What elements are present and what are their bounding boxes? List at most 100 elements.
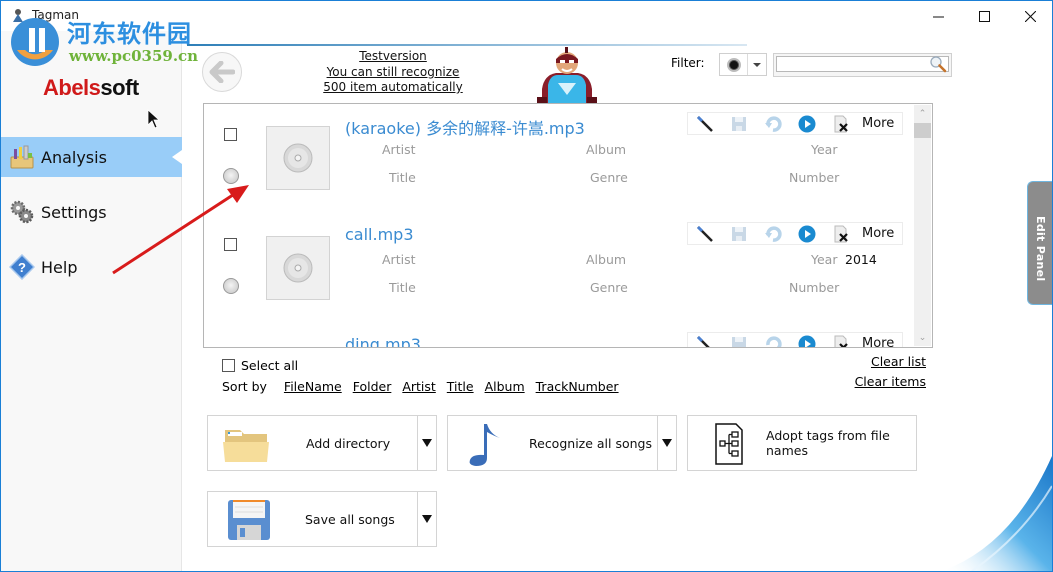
album-label: Album [586,252,627,267]
remove-button[interactable] [824,113,858,134]
close-button[interactable] [1007,1,1052,31]
filename[interactable]: call.mp3 [345,225,414,244]
sidebar-item-analysis[interactable]: Analysis [1,137,182,177]
list-item: ding.mp3 More [204,324,916,347]
trial-notice-line[interactable]: 500 item automatically [301,80,485,96]
recognize-all-button[interactable]: Recognize all songs [447,415,677,471]
add-directory-label: Add directory [306,436,391,451]
play-button[interactable] [790,223,824,244]
save-all-dropdown[interactable] [417,492,436,546]
magic-wand-icon [696,335,711,347]
close-icon [1024,10,1036,22]
search-icon[interactable] [928,55,948,73]
album-label: Album [586,142,627,157]
title-label: Title [389,170,416,185]
checkbox[interactable] [222,359,235,372]
delete-file-icon [834,225,848,242]
filter-color-dropdown[interactable] [719,53,767,76]
scroll-up-button[interactable]: ⌃ [914,105,931,122]
undo-icon [766,335,782,347]
save-button[interactable] [722,113,756,134]
sidebar-item-help[interactable]: ? Help [1,247,182,287]
adopt-tags-button[interactable]: Adopt tags from file names [687,415,917,471]
more-button[interactable]: More [862,336,894,347]
add-directory-dropdown[interactable] [417,416,436,470]
undo-button[interactable] [756,113,790,134]
sidebar-item-settings[interactable]: Settings [1,192,182,232]
back-button[interactable] [202,52,242,92]
black-dot-icon [726,57,741,72]
number-label: Number [789,280,840,295]
list-scrollbar[interactable]: ⌃ ⌄ [914,105,931,346]
save-button[interactable] [722,333,756,347]
play-button[interactable] [790,113,824,134]
edit-panel-tab[interactable]: Edit Panel [1027,181,1052,305]
filename[interactable]: ding.mp3 [345,335,421,347]
album-cover[interactable] [266,126,330,190]
recognize-all-dropdown[interactable] [657,416,676,470]
item-radio[interactable] [223,168,239,184]
item-checkbox[interactable] [224,128,237,141]
remove-button[interactable] [824,333,858,347]
year-value: 2014 [845,252,877,267]
search-input[interactable] [776,56,949,72]
clear-list-link[interactable]: Clear list [871,354,926,369]
app-window: Tagman Abelssoft Analysis Settings ? Hel… [0,0,1053,572]
sort-tracknumber[interactable]: TrackNumber [536,379,619,394]
trial-notice-line[interactable]: You can still recognize [301,65,485,81]
edit-button[interactable] [688,113,722,134]
artist-label: Artist [382,142,416,157]
filename[interactable]: (karaoke) 多余的解释-许嵩.mp3 [345,115,585,139]
caret-down-icon [422,515,432,523]
caret-down-icon [422,439,432,447]
dropdown-arrow[interactable] [748,54,766,75]
scroll-down-button[interactable]: ⌄ [914,329,931,346]
adopt-tags-label-line: Adopt tags from file [766,428,890,443]
trial-notice-line[interactable]: Testversion [301,49,485,65]
more-button[interactable]: More [862,116,894,131]
arrow-left-icon [209,61,235,83]
cd-icon [283,253,313,283]
undo-button[interactable] [756,333,790,347]
item-toolbar: More [687,112,903,135]
minimize-icon [932,16,944,17]
scroll-thumb[interactable] [914,123,931,138]
save-button[interactable] [722,223,756,244]
item-checkbox[interactable] [224,238,237,251]
watermark-url: www.pc0359.cn [69,47,199,65]
sidebar-item-label: Help [41,257,78,277]
cd-icon [283,143,313,173]
play-button[interactable] [790,333,824,347]
svg-text:?: ? [18,260,26,275]
item-radio[interactable] [223,278,239,294]
undo-icon [765,115,782,132]
filter-selected-value [720,54,748,75]
item-toolbar: More [687,222,903,245]
edit-button[interactable] [688,223,722,244]
decorative-swoosh [942,456,1052,571]
sort-title[interactable]: Title [447,379,474,394]
album-cover[interactable] [266,236,330,300]
clear-items-link[interactable]: Clear items [855,374,926,389]
sort-by-label: Sort by [222,379,267,394]
maximize-button[interactable] [961,1,1007,31]
undo-button[interactable] [756,223,790,244]
minimize-button[interactable] [915,1,961,31]
watermark-text: 河东软件园 [67,19,192,48]
select-all-checkbox[interactable]: Select all [222,358,298,373]
sidebar: Abelssoft Analysis Settings ? Help [1,31,182,571]
more-button[interactable]: More [862,226,894,241]
add-directory-button[interactable]: Add directory [207,415,437,471]
sort-filename[interactable]: FileName [284,379,342,394]
chevron-down-icon: ⌄ [918,332,927,343]
select-all-label: Select all [241,358,299,373]
delete-file-icon [834,335,848,347]
floppy-disk-icon [228,500,270,540]
sort-album[interactable]: Album [485,379,525,394]
sort-folder[interactable]: Folder [353,379,392,394]
trial-notice[interactable]: Testversion You can still recognize 500 … [301,49,485,96]
sort-artist[interactable]: Artist [402,379,435,394]
save-all-button[interactable]: Save all songs [207,491,437,547]
edit-button[interactable] [688,333,722,347]
remove-button[interactable] [824,223,858,244]
